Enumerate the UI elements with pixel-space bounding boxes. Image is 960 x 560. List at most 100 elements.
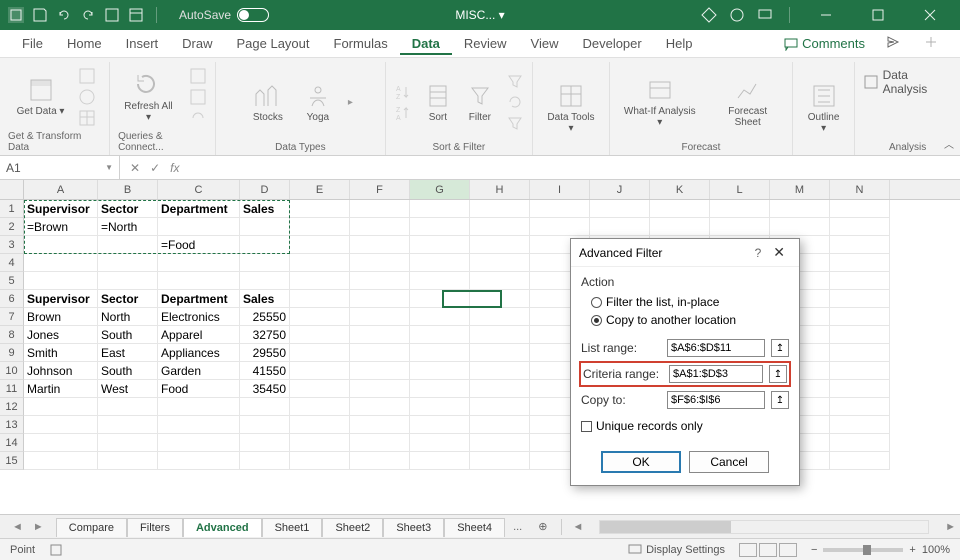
cell[interactable]: Jones	[24, 326, 98, 344]
cell[interactable]	[158, 452, 240, 470]
cell[interactable]	[350, 362, 410, 380]
cell[interactable]: South	[98, 362, 158, 380]
macro-record-icon[interactable]	[49, 543, 63, 557]
cell[interactable]: Sector	[98, 200, 158, 218]
properties-icon[interactable]	[189, 88, 207, 106]
menu-file[interactable]: File	[10, 32, 55, 55]
cell[interactable]	[470, 308, 530, 326]
fx-icon[interactable]: fx	[170, 161, 179, 175]
sheet-tab-sheet3[interactable]: Sheet3	[383, 518, 444, 537]
cell[interactable]: South	[98, 326, 158, 344]
cell[interactable]	[98, 254, 158, 272]
autosave-toggle[interactable]: AutoSave	[179, 8, 269, 22]
hscroll-right[interactable]: ►	[941, 521, 960, 533]
row-header[interactable]: 7	[0, 308, 24, 326]
cell[interactable]	[158, 272, 240, 290]
cell[interactable]	[410, 416, 470, 434]
cell[interactable]	[158, 434, 240, 452]
sort-az-icon[interactable]: AZ	[394, 83, 412, 101]
cell[interactable]	[24, 416, 98, 434]
menu-draw[interactable]: Draw	[170, 32, 224, 55]
column-header-E[interactable]: E	[290, 180, 350, 199]
cell[interactable]	[590, 200, 650, 218]
maximize-button[interactable]	[858, 0, 898, 30]
menu-data[interactable]: Data	[400, 32, 452, 55]
forecast-button[interactable]: Forecast Sheet	[711, 74, 783, 130]
cell[interactable]	[470, 254, 530, 272]
cell[interactable]	[830, 236, 890, 254]
cell[interactable]	[290, 272, 350, 290]
cell[interactable]: Johnson	[24, 362, 98, 380]
zoom-in-button[interactable]: +	[909, 544, 915, 556]
cell[interactable]: Supervisor	[24, 200, 98, 218]
save-icon[interactable]	[32, 7, 48, 23]
add-sheet-button[interactable]: ⊕	[530, 520, 555, 533]
refresh-all-button[interactable]: Refresh All ▾	[118, 69, 179, 125]
column-header-F[interactable]: F	[350, 180, 410, 199]
cell[interactable]	[290, 398, 350, 416]
column-header-A[interactable]: A	[24, 180, 98, 199]
cell[interactable]: Sales	[240, 290, 290, 308]
cell[interactable]	[240, 452, 290, 470]
cell[interactable]	[830, 218, 890, 236]
radio-filter-inplace[interactable]: Filter the list, in-place	[581, 293, 789, 311]
name-box[interactable]: A1 ▼	[0, 156, 120, 179]
cell[interactable]: Brown	[24, 308, 98, 326]
column-header-N[interactable]: N	[830, 180, 890, 199]
cell[interactable]	[290, 362, 350, 380]
cell[interactable]	[98, 416, 158, 434]
yoga-button[interactable]: Yoga	[298, 80, 338, 125]
column-header-K[interactable]: K	[650, 180, 710, 199]
row-header[interactable]: 11	[0, 380, 24, 398]
cell[interactable]	[830, 344, 890, 362]
cell[interactable]	[350, 254, 410, 272]
sheet-tab-sheet2[interactable]: Sheet2	[322, 518, 383, 537]
row-header[interactable]: 1	[0, 200, 24, 218]
menu-view[interactable]: View	[519, 32, 571, 55]
cell[interactable]	[470, 236, 530, 254]
row-header[interactable]: 4	[0, 254, 24, 272]
zoom-out-button[interactable]: −	[811, 544, 817, 556]
cell[interactable]	[24, 452, 98, 470]
column-header-L[interactable]: L	[710, 180, 770, 199]
cancel-button[interactable]: Cancel	[689, 451, 769, 473]
row-header[interactable]: 14	[0, 434, 24, 452]
data-tools-button[interactable]: Data Tools ▾	[541, 80, 601, 136]
cell[interactable]: 29550	[240, 344, 290, 362]
cell[interactable]	[830, 326, 890, 344]
undo-icon[interactable]	[56, 7, 72, 23]
cell[interactable]	[158, 398, 240, 416]
cell[interactable]	[158, 416, 240, 434]
cell[interactable]	[410, 272, 470, 290]
cell[interactable]	[830, 398, 890, 416]
cell[interactable]	[290, 452, 350, 470]
cell[interactable]	[410, 218, 470, 236]
cell[interactable]	[770, 218, 830, 236]
display-settings-button[interactable]: Display Settings	[628, 543, 725, 557]
tabs-overflow[interactable]: ...	[505, 521, 530, 533]
cell[interactable]	[410, 362, 470, 380]
criteria-range-input[interactable]: $A$1:$D$3	[669, 365, 763, 383]
cell[interactable]	[650, 218, 710, 236]
cell[interactable]	[470, 200, 530, 218]
cell[interactable]	[24, 236, 98, 254]
qs-icon-2[interactable]	[128, 7, 144, 23]
cell[interactable]	[98, 272, 158, 290]
row-header[interactable]: 3	[0, 236, 24, 254]
cell[interactable]	[350, 344, 410, 362]
menu-home[interactable]: Home	[55, 32, 114, 55]
cell[interactable]	[830, 290, 890, 308]
cell[interactable]	[240, 272, 290, 290]
sheet-tab-sheet1[interactable]: Sheet1	[262, 518, 323, 537]
cell[interactable]	[470, 290, 530, 308]
column-header-C[interactable]: C	[158, 180, 240, 199]
accept-formula-icon[interactable]: ✓	[150, 161, 160, 175]
overflow-button[interactable]	[912, 31, 950, 56]
cell[interactable]	[158, 254, 240, 272]
cell[interactable]	[470, 380, 530, 398]
cell[interactable]	[350, 290, 410, 308]
filter-button[interactable]: Filter	[464, 80, 496, 125]
cell[interactable]	[470, 434, 530, 452]
tab-nav-next[interactable]: ►	[29, 521, 48, 533]
cell[interactable]	[240, 254, 290, 272]
